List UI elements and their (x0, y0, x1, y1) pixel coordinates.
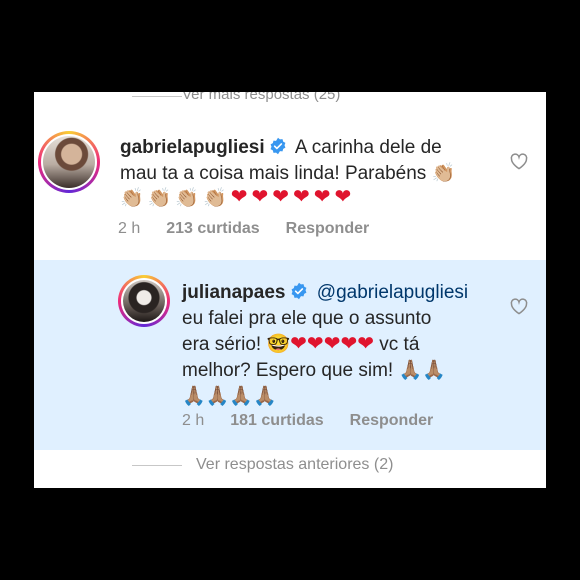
red-heart-emoji: ❤ (357, 333, 374, 355)
red-heart-emoji: ❤ (230, 186, 248, 208)
comment-meta: 2 h 213 curtidas Responder (118, 220, 369, 238)
comment-text: julianapaes @gabrielapugliesi eu falei p… (182, 280, 542, 410)
clap-emoji: 👏🏼 (431, 163, 456, 184)
red-heart-emoji: ❤ (306, 333, 324, 355)
clap-emoji: 👏🏼 (147, 188, 172, 209)
red-heart-emoji: ❤ (340, 333, 358, 355)
like-heart-icon[interactable] (510, 298, 528, 315)
likes-count[interactable]: 213 curtidas (166, 220, 259, 238)
view-more-replies-link[interactable]: Ver mais respostas (25) (182, 92, 340, 103)
comment-text: gabrielapugliesi A carinha dele de mau t… (120, 135, 480, 187)
comment-text-line: mau ta a coisa mais linda! Parabéns (120, 163, 427, 184)
red-heart-emoji: ❤ (272, 186, 289, 208)
clap-emoji: 👏🏼 (120, 188, 144, 209)
clap-emoji: 👏🏼 (175, 188, 200, 209)
comment-thread-card: Ver mais respostas (25) gabrielapugliesi… (34, 92, 546, 488)
clap-emoji: 👏🏼 (203, 188, 227, 209)
comment-text-line: era sério! (182, 334, 262, 355)
reply-button[interactable]: Responder (350, 412, 434, 430)
comment-meta: 2 h 181 curtidas Responder (182, 412, 433, 430)
likes-count[interactable]: 181 curtidas (230, 412, 323, 430)
red-heart-emoji: ❤ (313, 186, 331, 208)
reply-button[interactable]: Responder (286, 220, 370, 238)
comment-text-line: melhor? Espero que sim! (182, 360, 394, 381)
red-heart-emoji: ❤ (292, 186, 310, 208)
avatar[interactable] (38, 131, 100, 193)
profile-photo (123, 280, 165, 322)
view-previous-replies-link[interactable]: Ver respostas anteriores (2) (196, 456, 393, 474)
comment-time: 2 h (182, 412, 205, 429)
red-heart-emoji: ❤ (323, 333, 341, 355)
nerd-face-emoji: 🤓 (266, 334, 291, 355)
comment-text-line: eu falei pra ele que o assunto (182, 308, 432, 329)
verified-icon (270, 137, 286, 155)
comment-text-line: A carinha dele de (294, 137, 442, 158)
emoji-row: 👏🏼 👏🏼 👏🏼 👏🏼 ❤ ❤ ❤ ❤ ❤ ❤ (120, 186, 351, 210)
avatar[interactable] (118, 275, 170, 327)
profile-photo (43, 136, 95, 188)
divider-line (132, 465, 182, 466)
praying-hands-emoji: 🙏🏽🙏🏽 (398, 360, 446, 381)
comment-username[interactable]: julianapaes (182, 282, 286, 303)
comment-username[interactable]: gabrielapugliesi (120, 137, 265, 158)
like-heart-icon[interactable] (510, 153, 528, 170)
verified-icon (291, 282, 306, 300)
divider-line (132, 96, 182, 97)
comment-time: 2 h (118, 220, 141, 237)
red-heart-emoji: ❤ (290, 333, 307, 355)
mention-link[interactable]: @gabrielapugliesi (317, 282, 468, 303)
red-heart-emoji: ❤ (251, 186, 269, 208)
praying-hands-emoji: 🙏🏽🙏🏽🙏🏽🙏🏽 (182, 386, 277, 407)
red-heart-emoji: ❤ (334, 186, 352, 208)
comment-text-line: vc tá (379, 334, 420, 355)
